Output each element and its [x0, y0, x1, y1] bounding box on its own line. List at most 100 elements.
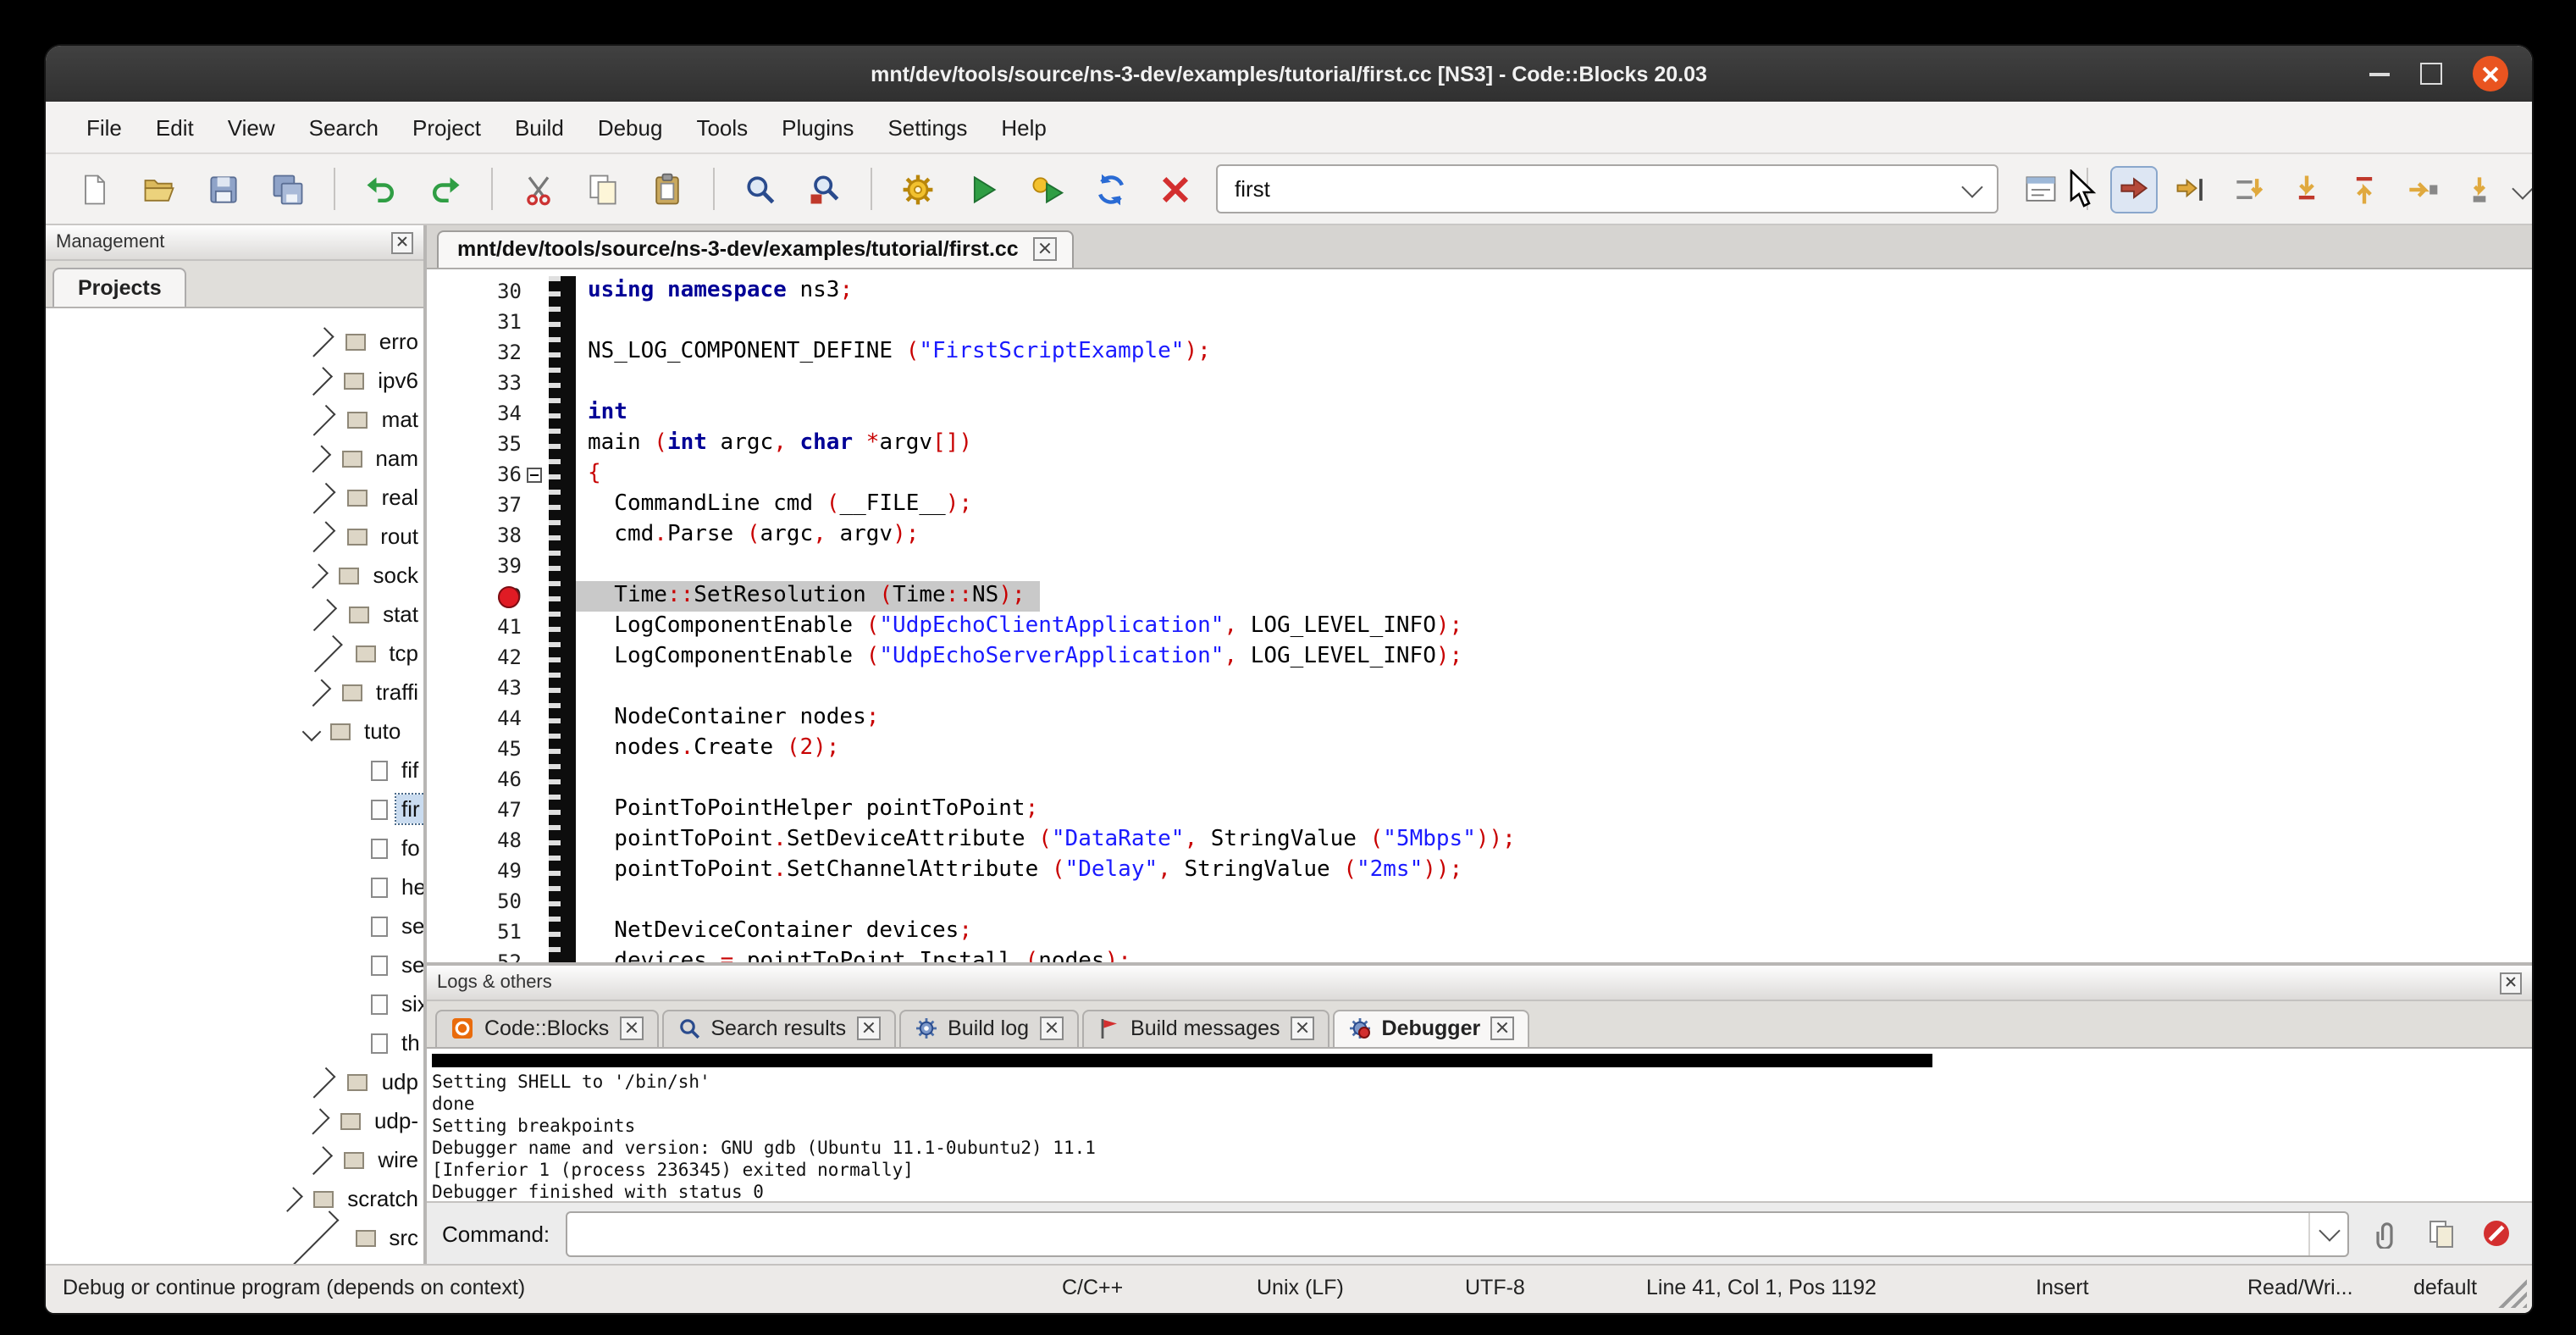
expander-down-icon[interactable] [302, 722, 322, 741]
close-panel-icon[interactable] [391, 231, 413, 253]
breakpoint-margin[interactable] [549, 734, 576, 764]
tree-item[interactable]: sock [46, 556, 423, 595]
build-button[interactable] [896, 167, 940, 211]
breakpoint-margin[interactable] [549, 917, 576, 947]
step-into-instruction-button[interactable] [2457, 167, 2501, 211]
title-bar[interactable]: mnt/dev/tools/source/ns-3-dev/examples/t… [46, 46, 2532, 102]
breakpoint-margin[interactable] [549, 703, 576, 734]
breakpoint-margin[interactable] [549, 612, 576, 642]
breakpoint-margin[interactable] [549, 947, 576, 962]
save-all-button[interactable] [266, 167, 310, 211]
code-line[interactable]: 45 nodes.Create (2); [427, 734, 2532, 764]
code-line[interactable]: 33 [427, 368, 2532, 398]
find-button[interactable] [738, 167, 782, 211]
expander-right-icon[interactable] [304, 326, 334, 356]
code-line[interactable]: 44 NodeContainer nodes; [427, 703, 2532, 734]
code-line[interactable]: 32NS_LOG_COMPONENT_DEFINE ("FirstScriptE… [427, 337, 2532, 368]
editor-tab-first-cc[interactable]: mnt/dev/tools/source/ns-3-dev/examples/t… [437, 230, 1075, 268]
menu-item-build[interactable]: Build [498, 106, 581, 148]
expander-right-icon[interactable] [304, 679, 331, 706]
close-tab-icon[interactable] [1034, 237, 1058, 261]
tree-item[interactable]: erro [46, 322, 423, 361]
tree-item[interactable]: wire [46, 1140, 423, 1179]
menu-item-help[interactable]: Help [984, 106, 1064, 148]
code-line[interactable]: 30using namespace ns3; [427, 276, 2532, 307]
expander-right-icon[interactable] [303, 562, 329, 588]
expander-right-icon[interactable] [304, 1145, 333, 1174]
breakpoint-margin[interactable] [549, 459, 576, 490]
code-line[interactable]: 40 Time::SetResolution (Time::NS); [427, 581, 2532, 612]
expander-right-icon[interactable] [305, 481, 336, 512]
code-line[interactable]: 47 PointToPointHelper pointToPoint; [427, 795, 2532, 825]
undo-button[interactable] [359, 167, 403, 211]
build-target-combo[interactable]: first [1216, 164, 1998, 213]
log-tab-debugger[interactable]: Debugger [1333, 1010, 1530, 1047]
step-into-button[interactable] [2285, 167, 2329, 211]
expander-right-icon[interactable] [305, 598, 337, 630]
copy-log-button[interactable] [2420, 1213, 2461, 1254]
tree-item[interactable]: th [46, 1023, 423, 1062]
expander-right-icon[interactable] [303, 1107, 329, 1133]
code-line[interactable]: 51 NetDeviceContainer devices; [427, 917, 2532, 947]
expander-right-icon[interactable] [284, 1210, 339, 1264]
log-tab-code-blocks[interactable]: Code::Blocks [435, 1010, 658, 1047]
breakpoint-margin[interactable] [549, 307, 576, 337]
save-button[interactable] [202, 167, 246, 211]
replace-button[interactable] [803, 167, 847, 211]
breakpoint-margin[interactable] [549, 642, 576, 673]
tree-item[interactable]: traffi [46, 673, 423, 712]
step-out-button[interactable] [2342, 167, 2386, 211]
debug-continue-button[interactable] [2112, 167, 2156, 211]
run-to-cursor-button[interactable] [2170, 167, 2214, 211]
tree-item[interactable]: tcp [46, 634, 423, 673]
close-tab-icon[interactable] [1039, 1016, 1063, 1040]
code-line[interactable]: 43 [427, 673, 2532, 703]
code-line[interactable]: 52 devices = pointToPoint.Install (nodes… [427, 947, 2532, 962]
close-tab-icon[interactable] [856, 1016, 880, 1040]
copy-button[interactable] [581, 167, 625, 211]
code-line[interactable]: 42 LogComponentEnable ("UdpEchoServerApp… [427, 642, 2532, 673]
select-target-button[interactable] [2019, 167, 2063, 211]
breakpoint-icon[interactable] [498, 585, 520, 607]
tree-item[interactable]: rout [46, 517, 423, 556]
breakpoint-margin[interactable] [549, 886, 576, 917]
tree-item[interactable]: fo [46, 828, 423, 867]
expander-right-icon[interactable] [306, 634, 342, 671]
breakpoint-margin[interactable] [549, 520, 576, 551]
close-tab-icon[interactable] [1291, 1016, 1314, 1040]
menu-item-project[interactable]: Project [395, 106, 498, 148]
expander-right-icon[interactable] [305, 1066, 336, 1097]
breakpoint-margin[interactable] [549, 673, 576, 703]
menu-item-plugins[interactable]: Plugins [765, 106, 871, 148]
menu-item-tools[interactable]: Tools [679, 106, 765, 148]
rebuild-button[interactable] [1089, 167, 1133, 211]
expander-right-icon[interactable] [305, 403, 336, 435]
expander-right-icon[interactable] [304, 521, 334, 551]
open-file-button[interactable] [137, 167, 181, 211]
debug-stop-button[interactable] [2476, 1213, 2517, 1254]
log-tab-build-messages[interactable]: Build messages [1081, 1010, 1329, 1047]
expander-right-icon[interactable] [278, 1186, 303, 1211]
menu-item-file[interactable]: File [69, 106, 139, 148]
expander-right-icon[interactable] [304, 445, 331, 472]
breakpoint-margin[interactable] [549, 398, 576, 429]
close-tab-icon[interactable] [1490, 1016, 1514, 1040]
tree-item[interactable]: nam [46, 439, 423, 478]
breakpoint-margin[interactable] [549, 856, 576, 886]
code-line[interactable]: 34int [427, 398, 2532, 429]
tree-item[interactable]: mat [46, 400, 423, 439]
tree-item[interactable]: src [46, 1218, 423, 1257]
breakpoint-margin[interactable] [549, 276, 576, 307]
menu-item-view[interactable]: View [211, 106, 292, 148]
close-button[interactable] [2473, 56, 2508, 91]
code-line[interactable]: 37 CommandLine cmd (__FILE__); [427, 490, 2532, 520]
code-line[interactable]: 35main (int argc, char *argv[]) [427, 429, 2532, 459]
toolbar-overflow-chevron-icon[interactable] [2512, 178, 2532, 199]
breakpoint-margin[interactable] [549, 490, 576, 520]
code-line[interactable]: 31 [427, 307, 2532, 337]
menu-item-debug[interactable]: Debug [581, 106, 680, 148]
log-output[interactable]: Setting SHELL to '/bin/sh'doneSetting br… [427, 1049, 2532, 1203]
maximize-button[interactable] [2420, 63, 2442, 85]
tree-item[interactable]: scratch [46, 1179, 423, 1218]
menu-item-search[interactable]: Search [292, 106, 395, 148]
